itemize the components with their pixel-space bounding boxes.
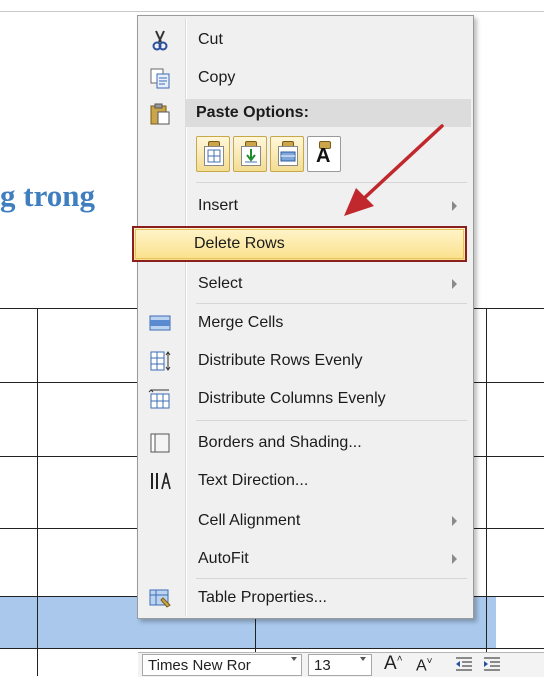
text-only-glyph: A — [316, 145, 331, 167]
menu-item-label: AutoFit — [198, 550, 249, 567]
submenu-arrow-icon — [452, 516, 457, 526]
paste-icon — [148, 102, 172, 126]
menu-separator — [196, 303, 467, 304]
submenu-arrow-icon — [452, 279, 457, 289]
menu-item-label: Copy — [198, 69, 236, 86]
menu-item-distribute-columns[interactable]: Distribute Columns Evenly — [140, 381, 471, 417]
table-gridline — [486, 308, 487, 676]
paste-options-label: Paste Options: — [196, 104, 309, 121]
context-menu: Cut Copy Paste Options: A Insert Delete … — [132, 15, 474, 619]
merge-cells-icon — [148, 311, 172, 335]
menu-item-cell-alignment[interactable]: Cell Alignment — [140, 503, 471, 539]
decrease-indent-icon[interactable] — [454, 655, 474, 675]
menu-item-text-direction[interactable]: Text Direction... — [140, 463, 471, 499]
shrink-font-button[interactable]: A˅ — [416, 656, 433, 675]
menu-separator — [196, 420, 467, 421]
menu-item-label: Delete Rows — [194, 235, 285, 252]
menu-item-borders-and-shading[interactable]: Borders and Shading... — [140, 425, 471, 461]
annotation-arrow-icon — [344, 124, 444, 216]
menu-item-cut[interactable]: Cut — [140, 22, 471, 58]
grow-font-glyph: A — [384, 653, 397, 674]
submenu-arrow-icon — [452, 554, 457, 564]
document-heading: g trong — [0, 178, 96, 213]
font-size-value: 13 — [314, 657, 331, 674]
insert-rows-icon — [278, 146, 298, 166]
copy-icon — [148, 66, 172, 90]
menu-item-table-properties[interactable]: Table Properties... — [140, 580, 471, 616]
distribute-columns-icon — [148, 387, 172, 411]
menu-item-label: Cut — [198, 31, 223, 48]
menu-item-merge-cells[interactable]: Merge Cells — [140, 305, 471, 341]
page-top-rule — [0, 11, 544, 12]
table-gridline — [37, 308, 38, 676]
table-grid-icon — [204, 146, 224, 166]
table-gridline — [0, 648, 544, 649]
mini-toolbar: Times New Ror 13 A˄ A˅ — [138, 652, 544, 677]
menu-item-label: Insert — [198, 197, 239, 214]
increase-indent-icon[interactable] — [482, 655, 502, 675]
font-name-value: Times New Ror — [148, 657, 251, 674]
menu-item-label: Distribute Columns Evenly — [198, 390, 386, 407]
menu-item-label: Select — [198, 275, 243, 292]
menu-item-label: Cell Alignment — [198, 512, 301, 529]
menu-item-label: Borders and Shading... — [198, 434, 362, 451]
dropdown-arrow-icon[interactable] — [360, 657, 366, 661]
menu-item-autofit[interactable]: AutoFit — [140, 541, 471, 577]
menu-item-copy[interactable]: Copy — [140, 60, 471, 96]
paste-option-insert-rows-button[interactable] — [270, 136, 304, 172]
menu-item-distribute-rows[interactable]: Distribute Rows Evenly — [140, 343, 471, 379]
dropdown-arrow-icon[interactable] — [291, 657, 297, 661]
grow-font-button[interactable]: A˄ — [384, 653, 403, 675]
scissors-icon — [148, 28, 172, 52]
paste-option-nest-table-button[interactable] — [196, 136, 230, 172]
menu-item-label: Merge Cells — [198, 314, 284, 331]
text-direction-icon — [148, 469, 172, 493]
distribute-rows-icon — [148, 349, 172, 373]
menu-item-select[interactable]: Select — [140, 266, 471, 302]
menu-item-delete-rows[interactable]: Delete Rows — [132, 226, 467, 262]
menu-item-label: Table Properties... — [198, 589, 327, 606]
shrink-font-glyph: A — [416, 657, 427, 675]
menu-item-label: Text Direction... — [198, 472, 309, 489]
menu-separator — [196, 578, 467, 579]
table-properties-icon — [148, 586, 172, 610]
merge-arrow-icon — [241, 146, 261, 166]
submenu-arrow-icon — [452, 201, 457, 211]
borders-icon — [148, 431, 172, 455]
menu-item-label: Distribute Rows Evenly — [198, 352, 363, 369]
highlight-inner-border — [135, 229, 464, 259]
font-name-combobox[interactable]: Times New Ror — [142, 654, 302, 676]
font-size-combobox[interactable]: 13 — [308, 654, 372, 676]
paste-option-merge-table-button[interactable] — [233, 136, 267, 172]
